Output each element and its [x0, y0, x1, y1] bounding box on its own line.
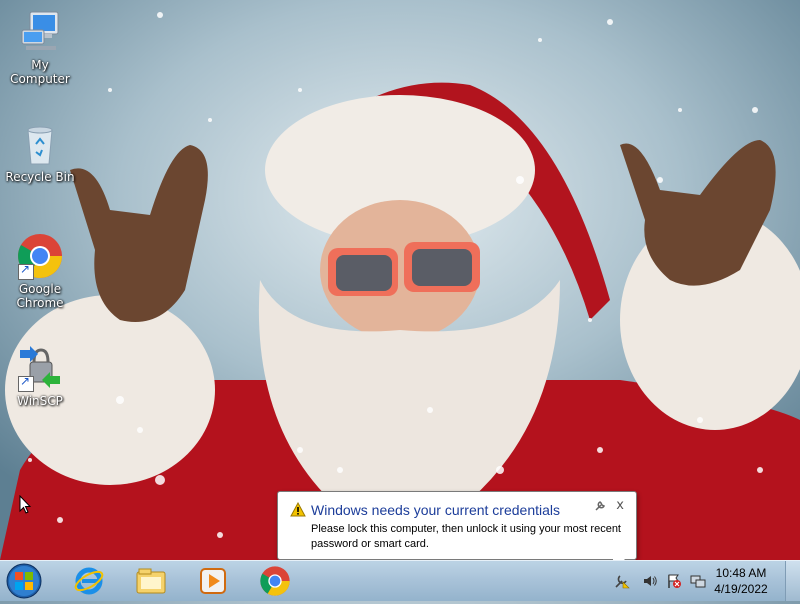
- mouse-cursor-icon: [19, 495, 31, 514]
- recycle-bin-icon: [16, 120, 64, 168]
- system-clock[interactable]: 10:48 AM 4/19/2022: [706, 565, 776, 597]
- show-desktop-button[interactable]: [785, 561, 800, 601]
- clock-date: 4/19/2022: [714, 582, 768, 596]
- warning-icon: [290, 502, 306, 517]
- winscp-icon: [16, 344, 64, 392]
- start-button[interactable]: [4, 562, 44, 600]
- taskbar-windows-explorer[interactable]: [126, 564, 176, 598]
- chrome-icon: [16, 232, 64, 280]
- windows-orb-icon: [6, 563, 42, 599]
- desktop-icon-recycle-bin[interactable]: Recycle Bin: [0, 120, 80, 184]
- desktop-icon-my-computer[interactable]: My Computer: [0, 8, 80, 86]
- desktop-icon-label: Recycle Bin: [5, 170, 75, 184]
- chrome-icon: [260, 566, 290, 596]
- taskbar-media-player[interactable]: [188, 564, 238, 598]
- notification-message: Please lock this computer, then unlock i…: [311, 523, 621, 550]
- credentials-notification[interactable]: Windows needs your current credentials P…: [277, 491, 637, 573]
- desktop-icon-label: My Computer: [10, 58, 70, 86]
- media-player-icon: [200, 568, 226, 594]
- shortcut-arrow-icon: [18, 262, 34, 280]
- network-icon[interactable]: [690, 573, 706, 589]
- desktop-icon-winscp[interactable]: WinSCP: [0, 344, 80, 408]
- taskbar-internet-explorer[interactable]: [64, 564, 114, 598]
- desktop-icon-label: WinSCP: [17, 394, 63, 408]
- clock-time: 10:48 AM: [715, 566, 767, 580]
- desktop-icon-google-chrome[interactable]: Google Chrome: [0, 232, 80, 310]
- wrench-icon[interactable]: [594, 500, 606, 512]
- taskbar-google-chrome[interactable]: [250, 564, 300, 598]
- internet-explorer-icon: [74, 567, 104, 595]
- shortcut-arrow-icon: [18, 374, 34, 392]
- action-center-flag-icon[interactable]: [666, 573, 682, 589]
- credentials-tray-icon[interactable]: [614, 573, 630, 589]
- volume-icon[interactable]: [642, 573, 658, 589]
- close-icon[interactable]: x: [616, 498, 624, 513]
- taskbar: 10:48 AM 4/19/2022: [0, 560, 800, 601]
- file-explorer-icon: [136, 568, 166, 594]
- notification-title: Windows needs your current credentials: [311, 502, 561, 518]
- desktop-icon-label: Google Chrome: [16, 282, 64, 310]
- desktop-wallpaper: [0, 0, 800, 560]
- computer-icon: [16, 8, 64, 56]
